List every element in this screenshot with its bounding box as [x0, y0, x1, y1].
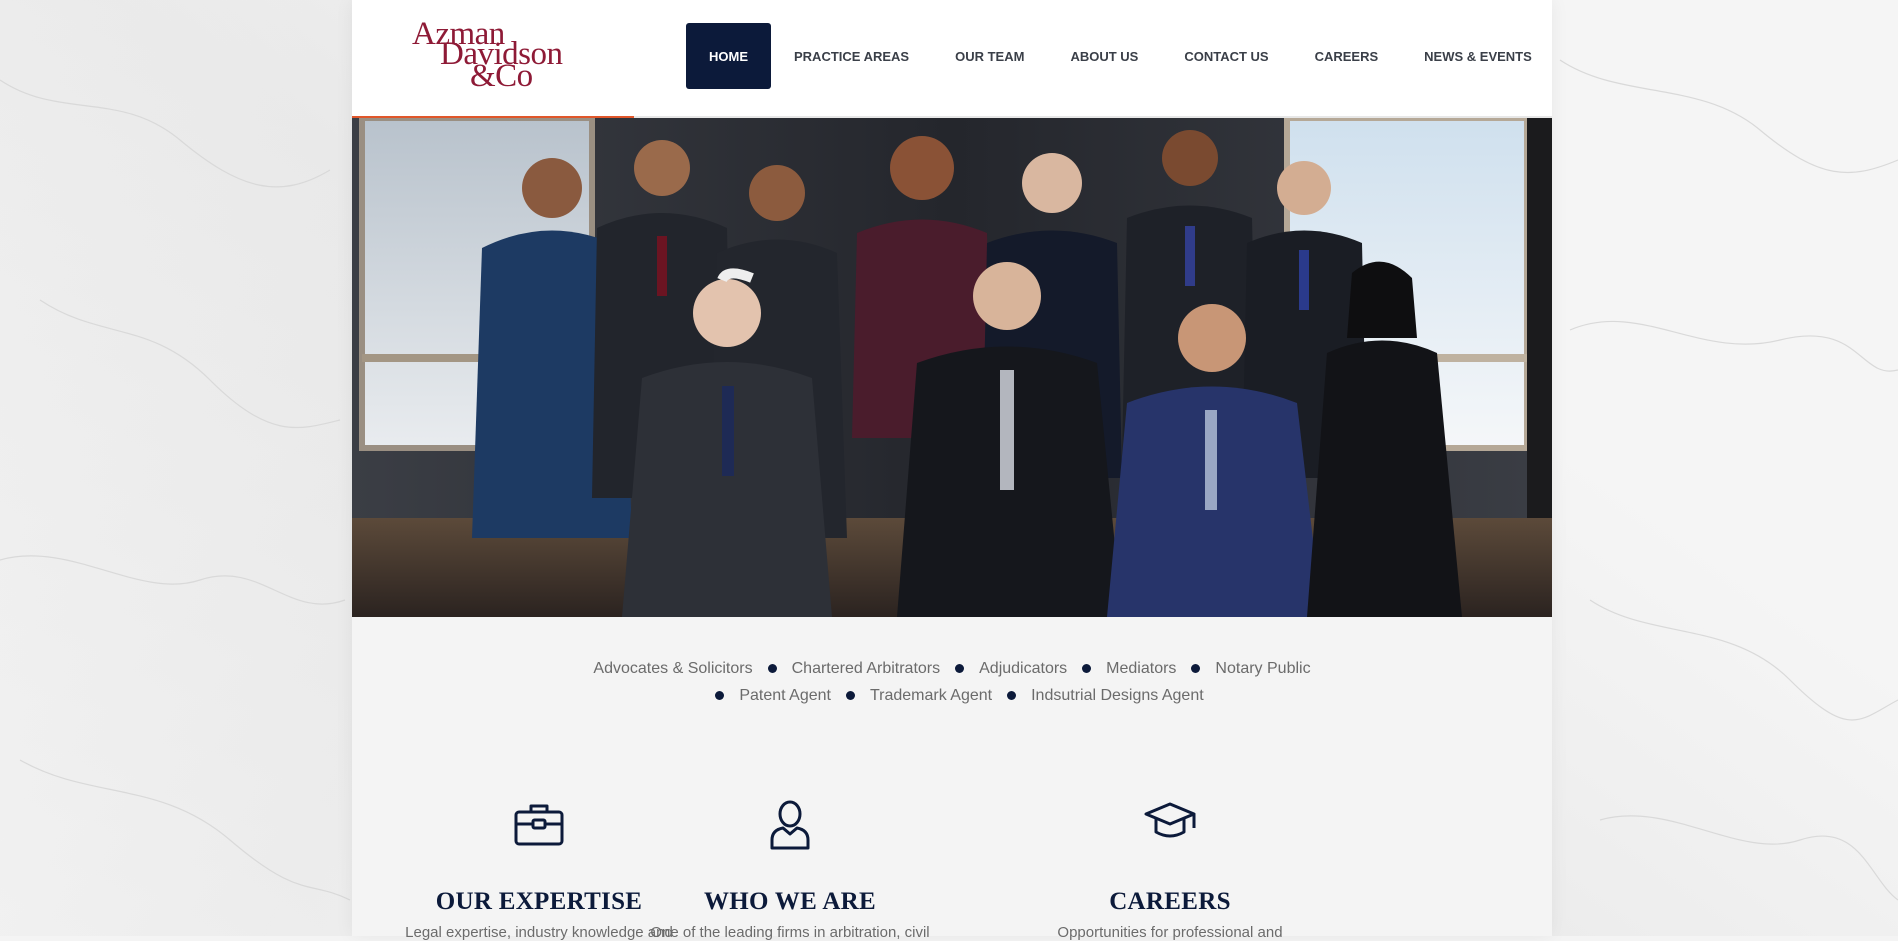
service-item: Trademark Agent	[869, 687, 993, 704]
firm-logo[interactable]: Azman Davidson &Co	[412, 16, 572, 94]
service-item: Notary Public	[1215, 660, 1311, 677]
service-item: Indsutrial Designs Agent	[1031, 687, 1204, 704]
feature-who-we-are[interactable]: WHO WE ARE One of the leading firms in a…	[600, 800, 980, 941]
bullet-dot-icon	[715, 691, 725, 700]
bullet-dot-icon	[1082, 664, 1092, 673]
logo-line-3: &Co	[470, 58, 533, 94]
service-item: Advocates & Solicitors	[593, 660, 753, 677]
features-section: OUR EXPERTISE Legal expertise, industry …	[352, 800, 1552, 941]
nav-our-team[interactable]: OUR TEAM	[932, 23, 1047, 89]
person-icon	[600, 800, 980, 860]
service-item: Patent Agent	[739, 687, 831, 704]
service-item: Mediators	[1106, 660, 1177, 677]
feature-text: One of the leading firms in arbitration,…	[650, 924, 930, 941]
page-container: Azman Davidson &Co HOME PRACTICE AREAS O…	[352, 0, 1552, 941]
graduation-cap-icon	[980, 800, 1360, 860]
bullet-dot-icon	[1191, 664, 1201, 673]
site-header: Azman Davidson &Co HOME PRACTICE AREAS O…	[352, 0, 1552, 116]
bullet-dot-icon	[1007, 691, 1017, 700]
nav-home[interactable]: HOME	[686, 23, 771, 89]
bullet-dot-icon	[767, 664, 777, 673]
service-item: Chartered Arbitrators	[791, 660, 941, 677]
main-nav: HOME PRACTICE AREAS OUR TEAM ABOUT US CO…	[686, 23, 1555, 89]
nav-about-us[interactable]: ABOUT US	[1047, 23, 1161, 89]
nav-practice-areas[interactable]: PRACTICE AREAS	[771, 23, 932, 89]
feature-title: WHO WE ARE	[703, 888, 877, 915]
feature-text: Opportunities for professional and	[1057, 924, 1283, 941]
services-row-2: Patent Agent Trademark Agent Indsutrial …	[352, 682, 1552, 709]
nav-careers[interactable]: CAREERS	[1292, 23, 1402, 89]
feature-careers[interactable]: CAREERS Opportunities for professional a…	[980, 800, 1360, 941]
services-list: Advocates & Solicitors Chartered Arbitra…	[352, 655, 1552, 709]
service-item: Adjudicators	[979, 660, 1068, 677]
nav-news-events[interactable]: NEWS & EVENTS	[1401, 23, 1555, 89]
services-row-1: Advocates & Solicitors Chartered Arbitra…	[352, 655, 1552, 682]
hero-team-photo[interactable]	[352, 118, 1552, 617]
feature-title: CAREERS	[1109, 888, 1231, 915]
bullet-dot-icon	[955, 664, 965, 673]
bullet-dot-icon	[845, 691, 855, 700]
nav-contact-us[interactable]: CONTACT US	[1161, 23, 1291, 89]
